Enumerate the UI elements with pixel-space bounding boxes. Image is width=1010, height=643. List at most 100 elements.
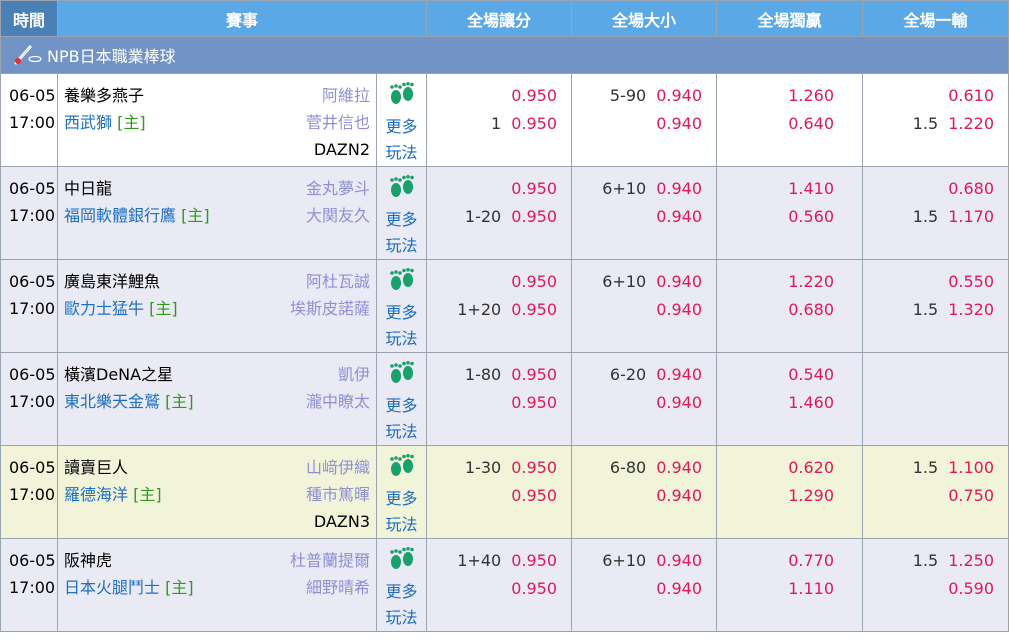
handicap-odds-home[interactable]: 0.950 [511,296,557,324]
home-pitcher: 大関友久 [305,206,370,225]
away-team[interactable]: 養樂多燕子 [64,82,146,109]
handicap-odds-away[interactable]: 0.950 [511,268,557,296]
away-pitcher: 杜普蘭提爾 [289,551,370,570]
total-odds-under[interactable]: 0.940 [656,203,702,231]
runline-odds-home[interactable]: 1.320 [948,296,994,324]
away-team[interactable]: 廣島東洋鯉魚 [64,268,178,295]
match-event: 阪神虎 日本火腿鬥士 [主] 杜普蘭提爾 細野晴希 [57,538,377,632]
league-row[interactable]: NPB日本職業棒球 [0,36,1010,74]
header-runline[interactable]: 全場一輸 [862,0,1010,37]
match-row: 06-05 17:00 橫濱DeNA之星 東北樂天金鷲 [主] 凱伊 瀧中瞭太 [0,352,1010,446]
handicap-odds-away[interactable]: 0.950 [511,82,557,110]
away-team[interactable]: 橫濱DeNA之星 [64,361,194,388]
handicap-odds-home[interactable]: 0.950 [511,203,557,231]
moneyline-cell: 1.410 0.560 [716,166,864,260]
runline-odds-away[interactable]: 0.680 [948,175,994,203]
footprints-icon [389,268,414,290]
runline-odds-away[interactable]: 0.550 [948,268,994,296]
moneyline-odds-away[interactable]: 0.620 [774,454,834,482]
handicap-line-away: 1+40 [457,551,502,570]
moneyline-odds-away[interactable]: 0.770 [774,547,834,575]
match-row: 06-05 17:00 廣島東洋鯉魚 歐力士猛牛 [主] 阿杜瓦誠 埃斯皮諾薩 [0,259,1010,353]
moneyline-odds-home[interactable]: 1.110 [774,575,834,603]
home-tag: [主] [133,485,162,504]
away-team[interactable]: 中日龍 [64,175,210,202]
moneyline-odds-home[interactable]: 1.290 [774,482,834,510]
handicap-odds-away[interactable]: 0.950 [511,454,557,482]
header-total[interactable]: 全場大小 [571,0,718,37]
more-label-2: 玩法 [385,143,418,162]
runline-odds-home[interactable] [950,389,994,417]
total-line-over: 6-20 [609,365,647,384]
home-team[interactable]: 西武獅 [64,113,112,132]
match-date: 06-05 [9,458,56,477]
total-odds-over[interactable]: 0.940 [656,82,702,110]
away-team[interactable]: 讀賣巨人 [64,454,162,481]
handicap-odds-home[interactable]: 0.950 [511,110,557,138]
home-team[interactable]: 福岡軟體銀行鷹 [64,206,176,225]
total-line-under [602,296,646,324]
moneyline-odds-home[interactable]: 1.460 [774,389,834,417]
handicap-odds-away[interactable]: 0.950 [511,361,557,389]
total-odds-over[interactable]: 0.940 [656,268,702,296]
match-event: 廣島東洋鯉魚 歐力士猛牛 [主] 阿杜瓦誠 埃斯皮諾薩 [57,259,377,353]
handicap-line-away: 1-30 [464,458,502,477]
header-event[interactable]: 賽事 [56,0,428,37]
more-label-1: 更多 [385,582,418,601]
handicap-odds-home[interactable]: 0.950 [511,575,557,603]
moneyline-odds-home[interactable]: 0.560 [774,203,834,231]
runline-odds-home[interactable]: 1.170 [948,203,994,231]
total-odds-under[interactable]: 0.940 [656,482,702,510]
runline-odds-away[interactable] [950,361,994,389]
runline-odds-home[interactable]: 0.750 [948,482,994,510]
handicap-odds-home[interactable]: 0.950 [511,482,557,510]
more-bets[interactable]: 更多 玩法 [375,259,428,353]
away-team[interactable]: 阪神虎 [64,547,194,574]
total-odds-under[interactable]: 0.940 [656,575,702,603]
handicap-odds-home[interactable]: 0.950 [511,389,557,417]
more-bets[interactable]: 更多 玩法 [375,445,428,539]
total-odds-over[interactable]: 0.940 [656,175,702,203]
home-team[interactable]: 東北樂天金鷲 [64,392,160,411]
total-odds-over[interactable]: 0.940 [656,361,702,389]
total-odds-over[interactable]: 0.940 [656,454,702,482]
home-team[interactable]: 歐力士猛牛 [64,299,144,318]
total-odds-over[interactable]: 0.940 [656,547,702,575]
runline-cell: 1.5 1.250 0.590 [862,538,1010,632]
more-bets[interactable]: 更多 玩法 [375,166,428,260]
runline-odds-away[interactable]: 1.250 [948,547,994,575]
match-start-time: 17:00 [9,392,56,411]
total-odds-under[interactable]: 0.940 [656,110,702,138]
moneyline-odds-home[interactable]: 0.640 [774,110,834,138]
home-team[interactable]: 羅德海洋 [64,485,128,504]
total-odds-under[interactable]: 0.940 [656,296,702,324]
handicap-odds-away[interactable]: 0.950 [511,547,557,575]
runline-odds-home[interactable]: 1.220 [948,110,994,138]
runline-odds-away[interactable]: 1.100 [948,454,994,482]
handicap-line-home: 1 [491,114,502,133]
header-moneyline[interactable]: 全場獨贏 [716,0,864,37]
moneyline-odds-away[interactable]: 0.540 [774,361,834,389]
header-time[interactable]: 時間 [0,0,58,37]
moneyline-odds-away[interactable]: 1.410 [774,175,834,203]
handicap-odds-away[interactable]: 0.950 [511,175,557,203]
more-bets[interactable]: 更多 玩法 [375,73,428,167]
runline-odds-away[interactable]: 0.610 [948,82,994,110]
handicap-line-home [465,482,501,510]
total-odds-under[interactable]: 0.940 [656,389,702,417]
handicap-line-home [465,389,501,417]
runline-odds-home[interactable]: 0.590 [948,575,994,603]
runline-line-home [913,575,938,603]
more-bets[interactable]: 更多 玩法 [375,538,428,632]
handicap-cell: 1-80 0.950 0.950 [426,352,573,446]
match-row: 06-05 17:00 中日龍 福岡軟體銀行鷹 [主] 金丸夢斗 大関友久 更多… [0,166,1010,260]
more-bets[interactable]: 更多 玩法 [375,352,428,446]
home-team[interactable]: 日本火腿鬥士 [64,578,160,597]
moneyline-odds-away[interactable]: 1.220 [774,268,834,296]
moneyline-odds-home[interactable]: 0.680 [774,296,834,324]
header-handicap[interactable]: 全場讓分 [426,0,573,37]
match-time: 06-05 17:00 [0,445,58,539]
total-cell: 6+10 0.940 0.940 [571,259,718,353]
away-pitcher: 阿杜瓦誠 [305,272,370,291]
moneyline-odds-away[interactable]: 1.260 [774,82,834,110]
